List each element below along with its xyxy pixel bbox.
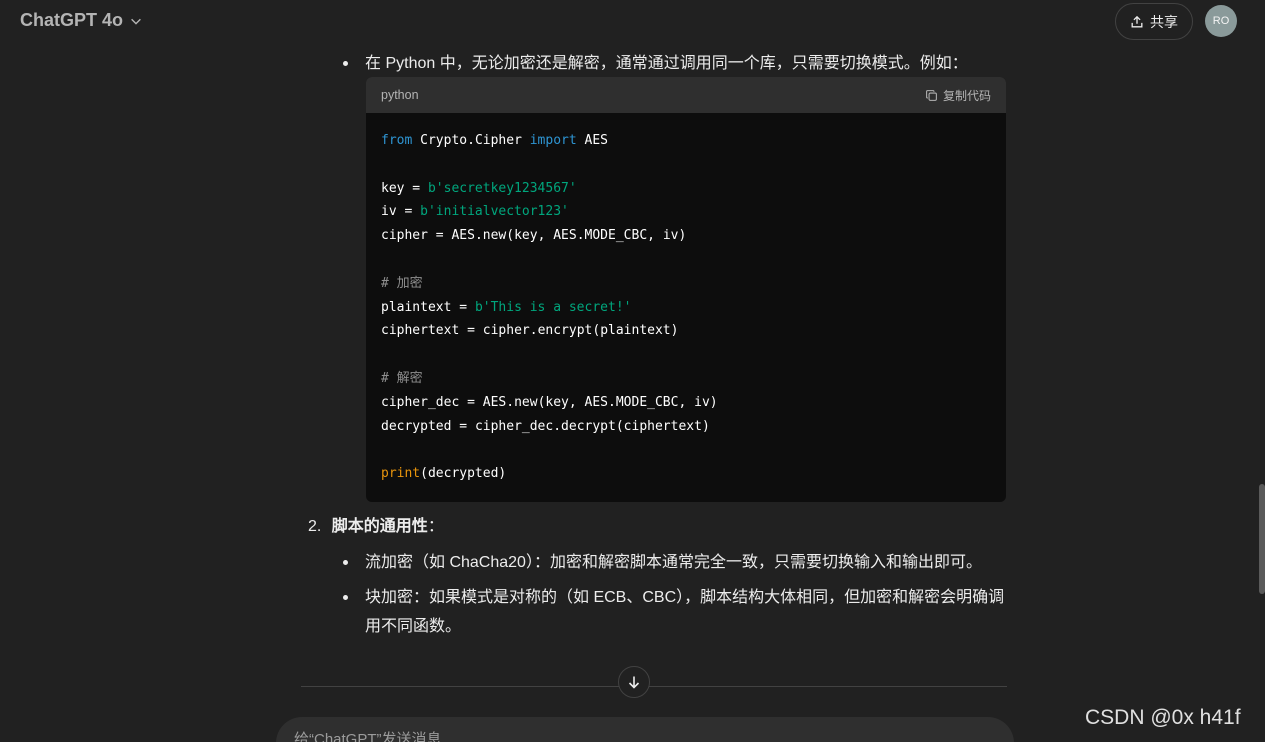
code-line: from Crypto.Cipher import AES <box>381 133 609 148</box>
copy-icon <box>926 89 937 101</box>
divider <box>301 686 1007 687</box>
arrow-down-icon <box>628 676 640 689</box>
scrollbar-track[interactable] <box>1257 0 1265 742</box>
code-line: cipher = AES.new(key, AES.MODE_CBC, iv) <box>381 228 687 244</box>
code-line: # 解密 <box>381 370 423 386</box>
item-number: 2. <box>308 518 322 535</box>
share-label: 共享 <box>1150 13 1178 30</box>
share-upload-icon <box>1131 15 1143 27</box>
scrollbar-thumb[interactable] <box>1259 484 1265 594</box>
bullet-block-cipher-line1: 块加密：如果模式是对称的（如 ECB、CBC），脚本结构大体相同，但加密和解密会… <box>365 589 1005 606</box>
code-line: # 加密 <box>381 275 423 291</box>
code-block-header: python 复制代码 <box>366 77 1006 113</box>
chat-content: ChatGPT 4o 共享 RO 在 Python 中，无论加密还是解密，通常通… <box>0 0 1265 742</box>
bullet-dot <box>343 61 348 66</box>
code-line: key = b'secretkey1234567' <box>381 180 577 196</box>
copy-code-button[interactable]: 复制代码 <box>925 87 991 104</box>
code-line: decrypted = cipher_dec.decrypt(ciphertex… <box>381 418 710 434</box>
code-line: ciphertext = cipher.encrypt(plaintext) <box>381 323 679 339</box>
code-body: from Crypto.Cipher import AES key = b'sec… <box>366 113 1006 502</box>
bullet-stream-cipher: 流加密（如 ChaCha20）：加密和解密脚本通常完全一致，只需要切换输入和输出… <box>365 554 982 571</box>
copy-code-label: 复制代码 <box>942 88 991 103</box>
numbered-item-2: 2. 脚本的通用性： <box>308 512 444 541</box>
code-line: plaintext = b'This is a secret!' <box>381 299 632 315</box>
bullet-block-cipher-line2: 用不同函数。 <box>365 618 462 635</box>
code-block: python 复制代码 from Crypto.Cipher import AE… <box>366 77 1006 502</box>
model-name: ChatGPT 4o <box>20 10 124 30</box>
user-avatar[interactable]: RO <box>1205 5 1237 37</box>
watermark: CSDN @0x h41f <box>1085 706 1241 729</box>
code-language: python <box>381 88 419 102</box>
bullet-python-intro: 在 Python 中，无论加密还是解密，通常通过调用同一个库，只需要切换模式。例… <box>365 55 968 72</box>
model-selector[interactable]: ChatGPT 4o <box>20 10 143 31</box>
code-line: print(decrypted) <box>381 466 507 482</box>
code-line: iv = b'initialvector123' <box>381 204 569 220</box>
item-title: 脚本的通用性 <box>331 518 428 535</box>
item-colon: ： <box>427 518 444 535</box>
code-line: cipher_dec = AES.new(key, AES.MODE_CBC, … <box>381 394 718 410</box>
bullet-dot <box>343 595 348 600</box>
message-composer <box>276 717 1014 742</box>
chevron-down-icon <box>131 18 141 25</box>
share-button[interactable]: 共享 <box>1115 3 1193 40</box>
bullet-dot <box>343 560 348 565</box>
message-input[interactable] <box>294 731 996 742</box>
avatar-initials: RO <box>1212 15 1230 27</box>
scroll-down-button[interactable] <box>618 666 650 698</box>
